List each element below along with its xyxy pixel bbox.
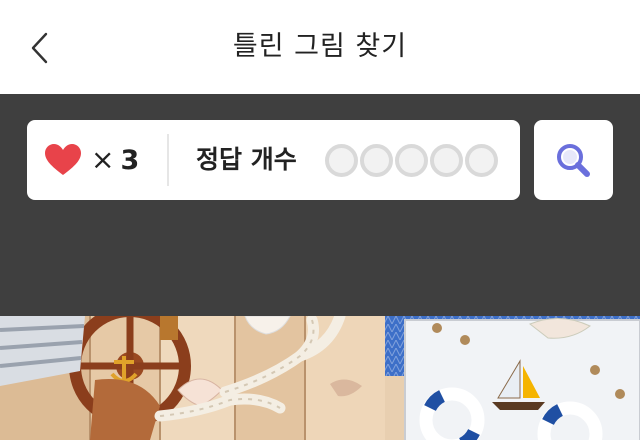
answers-label: 정답 개수 bbox=[196, 145, 297, 174]
chevron-left-icon bbox=[31, 32, 48, 64]
back-button[interactable] bbox=[22, 28, 58, 68]
nautical-scene-image bbox=[0, 316, 640, 440]
answer-slot bbox=[325, 144, 358, 177]
answer-slot bbox=[465, 144, 498, 177]
lives-value: 3 bbox=[120, 145, 140, 176]
lives-multiplier: × bbox=[91, 143, 115, 176]
answer-slot bbox=[360, 144, 393, 177]
search-hint-button[interactable] bbox=[534, 120, 613, 200]
status-card: × 3 정답 개수 bbox=[27, 120, 520, 200]
lives-count: × 3 bbox=[91, 120, 139, 200]
top-bar: 틀린 그림 찾기 bbox=[0, 0, 640, 94]
game-status-panel: × 3 정답 개수 bbox=[0, 94, 640, 316]
heart-icon bbox=[45, 144, 81, 175]
page-title: 틀린 그림 찾기 bbox=[232, 31, 408, 62]
card-divider bbox=[167, 134, 169, 186]
answer-slots bbox=[325, 141, 498, 179]
answer-slot bbox=[395, 144, 428, 177]
magnifier-icon bbox=[557, 144, 590, 177]
answer-slot bbox=[430, 144, 463, 177]
puzzle-image[interactable] bbox=[0, 316, 640, 440]
